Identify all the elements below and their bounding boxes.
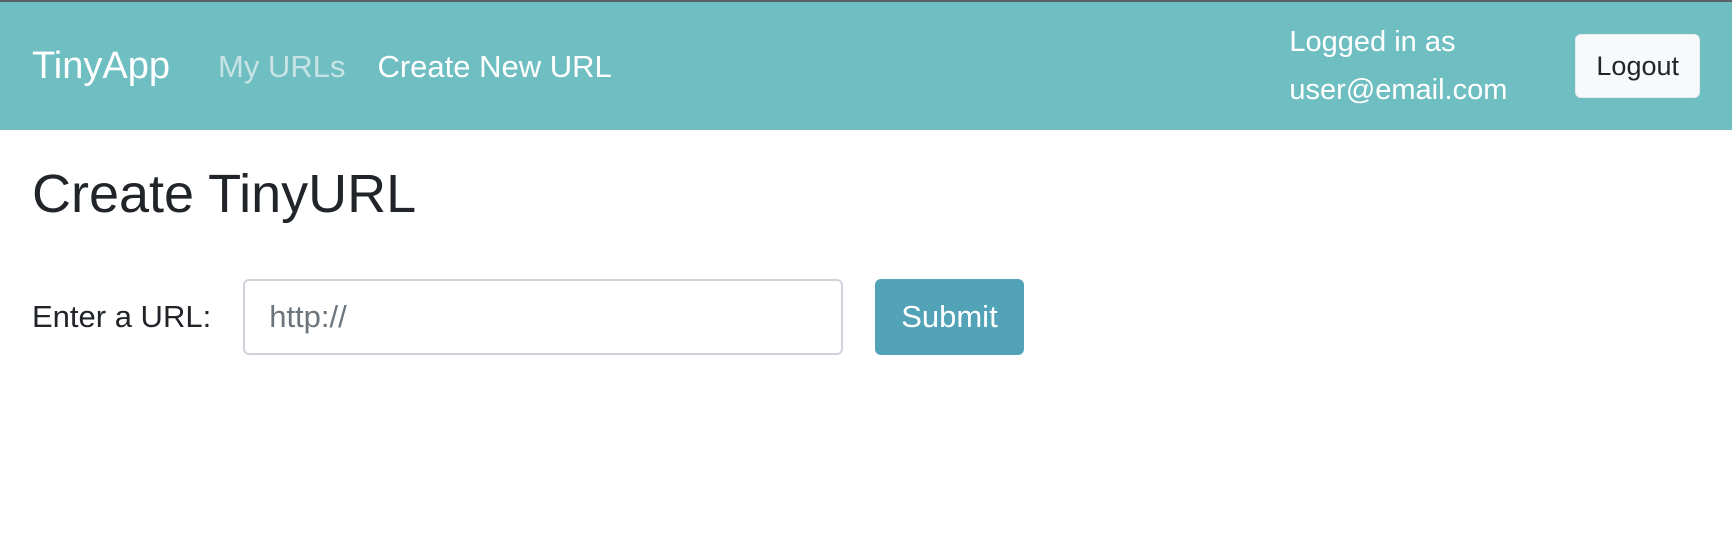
brand-link[interactable]: TinyApp — [32, 47, 170, 85]
main-content: Create TinyURL Enter a URL: Submit — [0, 162, 1732, 355]
create-url-form: Enter a URL: Submit — [32, 278, 1700, 355]
nav-link-my-urls[interactable]: My URLs — [218, 51, 345, 82]
nav-link-create-new-url[interactable]: Create New URL — [377, 51, 611, 82]
page-title: Create TinyURL — [32, 164, 417, 224]
url-input[interactable] — [243, 278, 844, 355]
logged-in-label: Logged in as — [1289, 26, 1456, 58]
url-field-label: Enter a URL: — [32, 298, 212, 334]
nav-links: My URLs Create New URL — [218, 51, 1289, 82]
logged-in-user-info: Logged in as user@email.com — [1289, 18, 1507, 114]
submit-button[interactable]: Submit — [875, 278, 1024, 355]
user-email: user@email.com — [1289, 74, 1508, 106]
logout-button[interactable]: Logout — [1575, 34, 1700, 98]
navbar: TinyApp My URLs Create New URL Logged in… — [0, 0, 1732, 130]
